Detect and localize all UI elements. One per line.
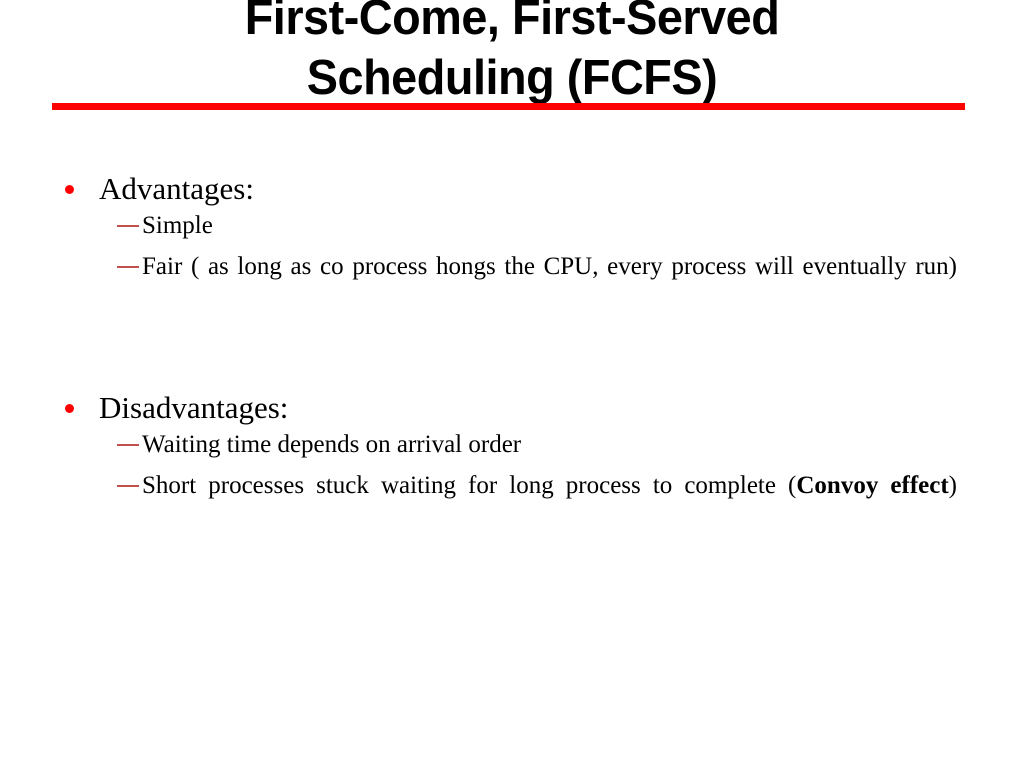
sub-bullet-convoy-effect: Short processes stuck waiting for long p… xyxy=(0,469,1024,535)
sub-bullet-waiting-time: Waiting time depends on arrival order xyxy=(0,428,1024,461)
sub-bullet-convoy-effect-emphasis: Convoy effect xyxy=(796,472,949,499)
page-title: First-Come, First-Served Scheduling (FCF… xyxy=(244,0,780,105)
slide-body: Advantages: Simple Fair ( as long as co … xyxy=(0,168,1024,535)
dash-icon xyxy=(117,225,139,227)
content-group-disadvantages: Disadvantages: Waiting time depends on a… xyxy=(0,387,1024,535)
bullet-dot-icon xyxy=(65,404,74,413)
bullet-disadvantages-label: Disadvantages: xyxy=(99,390,289,425)
dash-icon xyxy=(117,444,139,446)
sub-bullet-fair: Fair ( as long as co process hongs the C… xyxy=(0,250,1024,316)
bullet-disadvantages: Disadvantages: xyxy=(0,387,1024,428)
title-divider-rule xyxy=(52,103,965,110)
slide: First-Come, First-Served Scheduling (FCF… xyxy=(0,0,1024,768)
content-group-advantages: Advantages: Simple Fair ( as long as co … xyxy=(0,168,1024,316)
bullet-advantages-label: Advantages: xyxy=(99,171,254,206)
sub-bullet-convoy-effect-tail: ) xyxy=(948,472,957,499)
slide-title-block: First-Come, First-Served Scheduling (FCF… xyxy=(0,0,1024,108)
bullet-dot-icon xyxy=(65,185,74,194)
sub-bullet-fair-text: Fair ( as long as co process hongs the C… xyxy=(142,253,957,280)
sub-bullet-waiting-time-text: Waiting time depends on arrival order xyxy=(142,431,522,458)
sub-bullet-simple-text: Simple xyxy=(142,212,213,239)
dash-icon xyxy=(117,266,139,268)
sub-bullet-simple: Simple xyxy=(0,209,1024,242)
bullet-advantages: Advantages: xyxy=(0,168,1024,209)
dash-icon xyxy=(117,485,139,487)
sub-bullet-convoy-effect-text: Short processes stuck waiting for long p… xyxy=(142,472,797,499)
